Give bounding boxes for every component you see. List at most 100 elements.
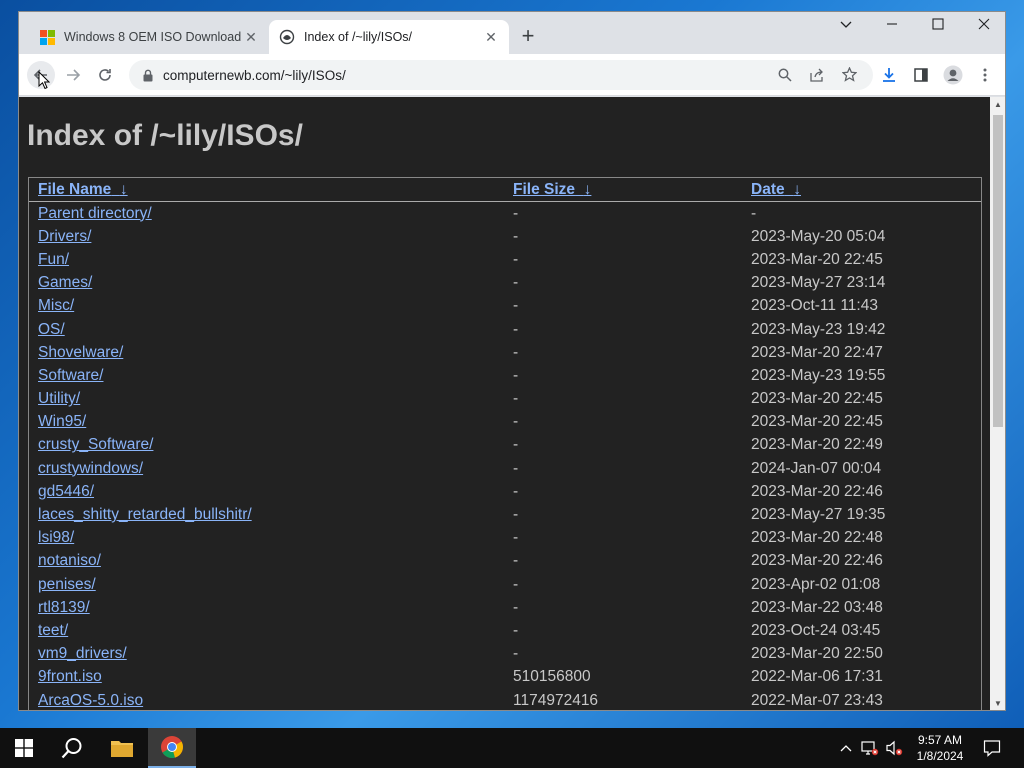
- file-name-cell: rtl8139/: [29, 596, 504, 619]
- sort-by-name-link[interactable]: File Name ↓: [38, 181, 128, 198]
- file-size-cell: -: [513, 390, 519, 408]
- file-date-cell: 2022-Mar-06 17:31: [751, 668, 883, 686]
- tab-search-icon[interactable]: [823, 12, 869, 42]
- page-scrollbar[interactable]: ▲ ▼: [990, 97, 1005, 710]
- file-size-cell: -: [513, 250, 519, 268]
- menu-button[interactable]: [971, 61, 999, 89]
- download-button[interactable]: [875, 61, 903, 89]
- tab-title: Index of /~lily/ISOs/: [304, 30, 413, 44]
- sort-by-date-link[interactable]: Date ↓: [751, 181, 801, 198]
- file-size-cell: -: [513, 621, 519, 639]
- file-link[interactable]: Misc/: [38, 297, 74, 314]
- table-row: crusty_Software/ - 2023-Mar-20 22:49: [29, 434, 981, 457]
- file-link[interactable]: ArcaOS-5.0.iso: [38, 692, 143, 709]
- clock-time: 9:57 AM: [917, 733, 963, 747]
- side-panel-button[interactable]: [907, 61, 935, 89]
- taskbar: 9:57 AM 1/8/2024: [0, 728, 1024, 768]
- side-panel-icon: [914, 68, 928, 82]
- network-icon[interactable]: [860, 738, 880, 758]
- header-file-size: File Size ↓: [504, 178, 742, 202]
- search-icon[interactable]: [773, 61, 797, 89]
- file-link[interactable]: vm9_drivers/: [38, 645, 127, 662]
- file-link[interactable]: gd5446/: [38, 483, 94, 500]
- star-icon[interactable]: [837, 61, 861, 89]
- file-link[interactable]: teet/: [38, 622, 68, 639]
- file-date-cell: 2023-May-23 19:42: [751, 320, 886, 338]
- file-name-cell: crustywindows/: [29, 457, 504, 480]
- new-tab-button[interactable]: +: [515, 24, 541, 50]
- file-link[interactable]: rtl8139/: [38, 599, 90, 616]
- file-name-cell: Misc/: [29, 295, 504, 318]
- tab-windows8-download[interactable]: Windows 8 OEM ISO Download ✕: [29, 20, 269, 54]
- file-link[interactable]: lsi98/: [38, 529, 74, 546]
- file-link[interactable]: laces_shitty_retarded_bullshitr/: [38, 506, 252, 523]
- maximize-button[interactable]: [915, 12, 961, 42]
- notifications-icon[interactable]: [982, 738, 1002, 758]
- close-tab-icon[interactable]: ✕: [243, 29, 259, 45]
- file-size-cell: -: [513, 343, 519, 361]
- table-row: Fun/ - 2023-Mar-20 22:45: [29, 248, 981, 271]
- file-size-cell: -: [513, 575, 519, 593]
- table-row: Drivers/ - 2023-May-20 05:04: [29, 225, 981, 248]
- forward-button[interactable]: [59, 61, 87, 89]
- file-size-cell: -: [513, 227, 519, 245]
- start-button[interactable]: [0, 728, 48, 768]
- file-link[interactable]: crusty_Software/: [38, 436, 153, 453]
- file-link[interactable]: Fun/: [38, 251, 69, 268]
- file-date-cell: 2023-Mar-20 22:47: [751, 343, 883, 361]
- tab-index-isos[interactable]: Index of /~lily/ISOs/ ✕: [269, 20, 509, 54]
- profile-button[interactable]: [939, 61, 967, 89]
- file-link[interactable]: OS/: [38, 321, 65, 338]
- tab-strip: Windows 8 OEM ISO Download ✕ Index of /~…: [19, 12, 1005, 54]
- file-name-cell: Games/: [29, 272, 504, 295]
- scrollbar-thumb[interactable]: [993, 115, 1003, 427]
- chrome-button[interactable]: [148, 728, 196, 768]
- file-link[interactable]: Utility/: [38, 390, 80, 407]
- sort-by-size-link[interactable]: File Size ↓: [513, 181, 591, 198]
- close-tab-icon[interactable]: ✕: [483, 29, 499, 45]
- file-link[interactable]: Games/: [38, 274, 92, 291]
- scroll-down-arrow-icon[interactable]: ▼: [990, 696, 1005, 710]
- file-link[interactable]: Shovelware/: [38, 344, 123, 361]
- file-link[interactable]: Win95/: [38, 413, 86, 430]
- table-row: Utility/ - 2023-Mar-20 22:45: [29, 388, 981, 411]
- file-link[interactable]: 9front.iso: [38, 668, 102, 685]
- file-explorer-button[interactable]: [98, 728, 146, 768]
- file-link[interactable]: crustywindows/: [38, 460, 143, 477]
- file-size-cell: -: [513, 320, 519, 338]
- file-name-cell: lsi98/: [29, 527, 504, 550]
- tab-title: Windows 8 OEM ISO Download: [64, 30, 242, 44]
- scroll-up-arrow-icon[interactable]: ▲: [990, 97, 1005, 113]
- reload-button[interactable]: [91, 61, 119, 89]
- chrome-icon: [161, 736, 183, 759]
- table-row: Software/ - 2023-May-23 19:55: [29, 364, 981, 387]
- windows-logo-icon: [15, 739, 33, 757]
- file-link[interactable]: Drivers/: [38, 228, 91, 245]
- close-window-button[interactable]: [961, 12, 1005, 42]
- minimize-button[interactable]: [869, 12, 915, 42]
- volume-muted-icon[interactable]: [884, 738, 904, 758]
- file-link[interactable]: Software/: [38, 367, 103, 384]
- file-name-cell: penises/: [29, 573, 504, 596]
- page-title: Index of /~lily/ISOs/: [27, 119, 303, 152]
- share-icon[interactable]: [805, 61, 829, 89]
- file-date-cell: 2024-Jan-07 00:04: [751, 459, 882, 477]
- table-row: laces_shitty_retarded_bullshitr/ - 2023-Ma…: [29, 503, 981, 526]
- system-clock[interactable]: 9:57 AM 1/8/2024: [902, 732, 978, 764]
- file-link[interactable]: penises/: [38, 576, 96, 593]
- file-date-cell: 2023-May-27 19:35: [751, 506, 886, 524]
- download-icon: [883, 68, 895, 82]
- file-link[interactable]: notaniso/: [38, 552, 101, 569]
- search-button[interactable]: [48, 728, 96, 768]
- file-size-cell: -: [513, 645, 519, 663]
- chevron-up-icon[interactable]: [836, 738, 856, 758]
- file-date-cell: 2023-Mar-20 22:48: [751, 529, 883, 547]
- site-favicon-icon: [279, 29, 295, 45]
- file-name-cell: vm9_drivers/: [29, 643, 504, 666]
- file-link[interactable]: Parent directory/: [38, 205, 152, 222]
- header-file-name: File Name ↓: [29, 178, 504, 202]
- file-date-cell: 2023-May-20 05:04: [751, 227, 886, 245]
- address-bar[interactable]: computernewb.com/~lily/ISOs/: [129, 60, 873, 90]
- file-date-cell: 2023-Mar-20 22:45: [751, 413, 883, 431]
- arrow-right-icon: [67, 69, 81, 81]
